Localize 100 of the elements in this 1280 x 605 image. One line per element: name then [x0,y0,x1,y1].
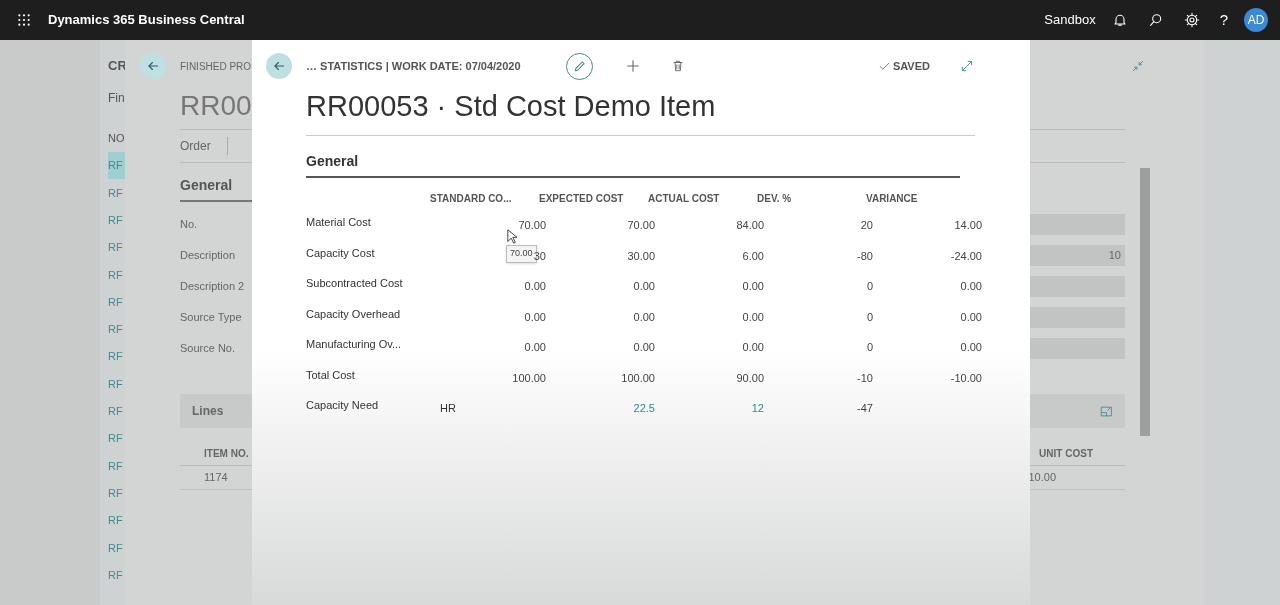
list-row[interactable]: RF [108,152,125,180]
list-row[interactable]: RF [108,343,125,371]
field-label: Description 2 [180,279,245,295]
table-cell-text: 6.00 [742,248,764,264]
app-title: Dynamics 365 Business Central [48,11,245,30]
column-header: DEV. % [757,191,793,206]
arrow-left-icon[interactable] [272,59,286,73]
column-header: NO [108,131,126,144]
back-button[interactable] [140,53,166,79]
table-cell-text: 0.00 [742,309,764,325]
delete-icon[interactable] [671,59,685,73]
unit-label: HR [440,401,456,416]
column-header: ACTUAL COST [648,191,721,206]
table-cell-text: 0.00 [960,309,982,325]
column-header: STANDARD CO... [430,191,513,206]
field-value[interactable] [1030,307,1125,328]
table-cell-text: 0.00 [524,279,546,294]
table-cell-text: 84.00 [736,218,764,233]
row-label: Material Cost [306,215,372,230]
table-cell-text: 0.00 [524,309,546,325]
list-row[interactable]: RF [108,370,125,398]
value-link[interactable]: 12 [751,400,764,417]
collapse-icon[interactable] [1131,59,1145,73]
field-value[interactable] [1030,276,1125,297]
expand-lines-icon[interactable] [1100,404,1113,418]
expand-icon[interactable] [960,59,974,73]
row-label: Capacity Overhead [306,306,402,322]
table-cell-text: 70.00 [518,218,546,233]
list-row[interactable]: RF [108,534,125,562]
lines-tab[interactable]: Lines [192,402,224,420]
list-row[interactable]: RF [108,206,125,234]
list-row[interactable]: RF [108,452,125,480]
list-row[interactable]: RF [108,233,125,262]
saved-status: SAVED [892,58,930,74]
table-cell-text: 0.00 [633,309,655,325]
table-cell-text: 20 [860,218,873,233]
table-cell-text: 30 [533,248,546,264]
list-row[interactable]: RF [108,315,125,344]
list-row[interactable]: RF [108,424,125,453]
section-title: General [306,151,960,178]
field-label: No. [180,217,198,233]
table-cell-text: 90.00 [736,370,764,386]
list-row[interactable]: RF [108,288,125,316]
user-avatar[interactable]: AD [1244,8,1268,32]
table-cell-text: 100.00 [512,370,546,386]
table-cell-text: 0.00 [633,340,655,355]
table-cell-text: 70.00 [627,218,655,233]
table-cell-text: 10.00 [1028,470,1056,486]
table-cell-text: -24.00 [950,248,982,264]
field-value[interactable] [1030,214,1125,235]
field-label: Source Type [180,310,242,326]
page-breadcrumb: … STATISTICS | WORK DATE: 07/04/2020 [306,58,522,74]
field-value[interactable] [1030,338,1125,359]
row-label: Total Cost [306,367,356,383]
dialog-title: RR00053 · Std Cost Demo Item [306,92,717,120]
column-header: EXPECTED COST [539,191,625,206]
table-cell-text: 0 [866,279,873,294]
field-label: Description [180,248,236,264]
scroll-bar[interactable] [1140,168,1150,436]
list-row[interactable]: RF [108,506,125,535]
list-row[interactable]: RF [108,561,125,589]
table-cell-text: 0 [866,340,873,355]
settings-icon[interactable] [1183,12,1200,28]
table-cell-text: 14.00 [954,218,982,233]
row-label: Capacity Need [306,398,380,413]
table-cell-text: 0.00 [633,279,655,294]
row-label: Capacity Cost [306,245,376,261]
search-icon[interactable] [1147,12,1164,28]
field-value[interactable]: 10 [1030,245,1125,266]
table-cell-text: -47 [857,401,873,416]
list-row[interactable]: RF [108,179,125,207]
row-label: Subcontracted Cost [306,276,404,291]
list-row[interactable]: RF [108,261,125,289]
table-cell-text: 100.00 [621,370,655,386]
add-icon[interactable] [625,58,641,74]
page-breadcrumb: FINISHED PRO [180,59,252,74]
table-cell-text: 30.00 [627,248,655,264]
table-cell-text: 0.00 [524,340,546,355]
arrow-left-icon[interactable] [146,59,160,73]
list-row[interactable]: RF [108,479,125,507]
list-row[interactable]: RF [108,397,125,425]
table-cell-text: 1174 [204,470,228,486]
page-title: RR00 [180,92,252,120]
back-button[interactable] [266,53,292,79]
value-link[interactable]: 22.5 [633,400,655,417]
order-tab[interactable]: Order [180,137,228,155]
table-cell-text: -80 [857,248,873,264]
pencil-icon[interactable] [572,59,587,73]
table-cell-text: 0.00 [960,340,982,355]
table-cell-text: 0 [866,309,873,325]
table-cell-text: -10 [857,370,873,386]
table-cell-text: 0.00 [960,279,982,294]
app-launcher-icon[interactable] [16,12,32,28]
row-label: Manufacturing Ov... [306,337,403,352]
column-header: UNIT COST [1039,447,1093,461]
field-label: Source No. [180,341,236,357]
help-button[interactable]: ? [1219,8,1228,32]
table-cell-text: 0.00 [742,279,764,294]
environment-label: Sandbox [1044,11,1096,30]
table-cell-text: -10.00 [950,370,982,386]
